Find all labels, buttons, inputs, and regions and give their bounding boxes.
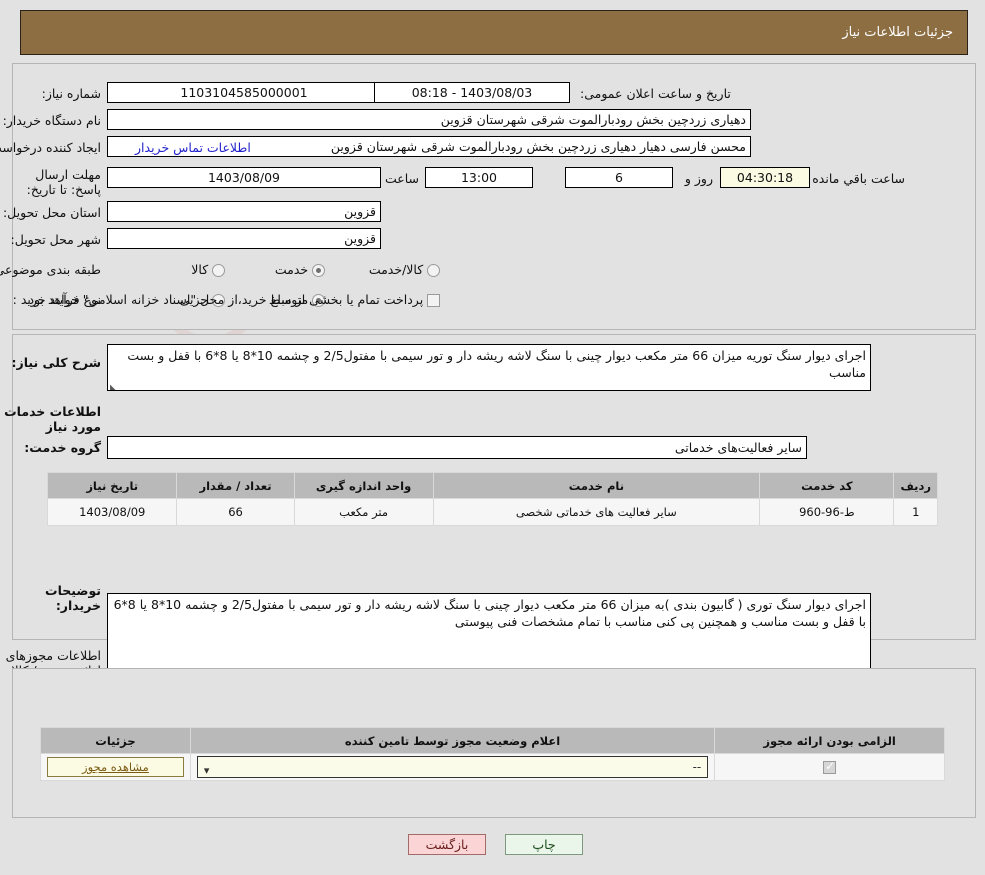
view-permit-button[interactable]: مشاهده مجوز <box>47 757 184 777</box>
deadline-label: مهلت ارسال پاسخ: تا تاریخ: <box>26 167 101 197</box>
creator-label: ایجاد کننده درخواست: <box>0 140 101 155</box>
th-required: الزامی بودن ارائه مجوز <box>714 727 945 754</box>
th-date: تاریخ نیاز <box>46 472 178 499</box>
cell-qty: 66 <box>176 498 295 526</box>
radio-label: خدمت <box>274 262 309 277</box>
th-code: کد خدمت <box>759 472 895 499</box>
cell-details: مشاهده مجوز <box>40 753 191 781</box>
radio-label: کالا/خدمت <box>368 262 424 277</box>
cell-name: سایر فعالیت های خدماتی شخصی <box>432 498 761 526</box>
back-button[interactable]: بازگشت <box>408 834 486 855</box>
deadline-time: 13:00 <box>425 167 533 188</box>
page-root: جزئیات اطلاعات نیاز AriaTender.net شماره… <box>0 0 985 875</box>
th-row: ردیف <box>893 472 938 499</box>
buyer-org-value: دهیاری زردچین بخش رودبارالموت شرقی شهرست… <box>107 109 751 130</box>
page-title: جزئیات اطلاعات نیاز <box>842 25 953 40</box>
city-value: قزوین <box>107 228 381 249</box>
need-info-panel <box>12 63 976 330</box>
checkbox-icon[interactable] <box>427 294 440 307</box>
deadline-hour-label: ساعت <box>384 171 419 186</box>
services-section-title: اطلاعات خدمات مورد نیاز <box>4 404 101 434</box>
print-button[interactable]: چاپ <box>505 834 583 855</box>
radio-label: کالا <box>191 262 209 277</box>
permits-header-row: الزامی بودن ارائه مجوز اعلام وضعیت مجوز … <box>40 727 945 754</box>
public-announce-label: تاریخ و ساعت اعلان عمومی: <box>580 86 731 101</box>
checkbox-checked-icon <box>823 759 837 774</box>
general-desc-value: اجرای دیوار سنگ توریه میزان 66 متر مکعب … <box>127 348 866 380</box>
buyer-notes-label: توضیحات خریدار: <box>45 583 101 613</box>
th-name: نام خدمت <box>432 472 761 499</box>
general-desc-label: شرح کلی نیاز: <box>11 355 101 370</box>
cell-status: ▾ -- <box>189 753 716 781</box>
service-group-label: گروه خدمت: <box>24 440 101 455</box>
table-header-row: ردیف کد خدمت نام خدمت واحد اندازه گیری ت… <box>46 472 938 499</box>
th-unit: واحد اندازه گیری <box>293 472 434 499</box>
table-row: 1 ط-96-960 سایر فعالیت های خدماتی شخصی م… <box>46 498 938 526</box>
services-table: ردیف کد خدمت نام خدمت واحد اندازه گیری ت… <box>46 472 938 526</box>
th-details: جزئیات <box>40 727 191 754</box>
th-status: اعلام وضعیت مجوز توسط تامین کننده <box>189 727 716 754</box>
permit-status-value: -- <box>692 760 702 774</box>
cell-unit: متر مکعب <box>293 498 434 526</box>
cell-date: 1403/08/09 <box>46 498 178 526</box>
radio-icon <box>312 264 325 277</box>
th-qty: تعداد / مقدار <box>176 472 295 499</box>
cell-code: ط-96-960 <box>759 498 895 526</box>
classification-label: طبقه بندی موضوعی: <box>0 262 101 277</box>
remaining-days: 6 <box>565 167 673 188</box>
need-number-label: شماره نیاز: <box>41 86 101 101</box>
remaining-countdown: 04:30:18 <box>720 167 810 188</box>
province-value: قزوین <box>107 201 381 222</box>
province-label: استان محل تحویل: <box>2 205 101 220</box>
treasury-text: پرداخت تمام یا بخشی از مبلغ خرید،از محل … <box>24 292 424 307</box>
cell-row: 1 <box>893 498 938 526</box>
radio-icon <box>212 264 225 277</box>
remaining-days-label: روز و <box>684 171 713 186</box>
permit-status-select[interactable]: ▾ -- <box>196 756 709 778</box>
buyer-contact-link[interactable]: اطلاعات تماس خریدار <box>135 140 251 155</box>
radio-classification-khedmat[interactable]: خدمت <box>275 262 325 277</box>
resize-grip-icon[interactable]: ◢ <box>110 380 120 390</box>
buyer-notes-textarea[interactable]: اجرای دیوار سنگ توری ( گابیون بندی )به م… <box>107 593 871 677</box>
service-group-value: سایر فعالیت‌های خدماتی <box>107 436 807 459</box>
need-number-value: 1103104585000001 <box>107 82 381 103</box>
cell-required <box>714 753 945 781</box>
public-announce-value: 1403/08/03 - 08:18 <box>374 82 570 103</box>
page-header: جزئیات اطلاعات نیاز <box>20 10 968 55</box>
buyer-notes-value: اجرای دیوار سنگ توری ( گابیون بندی )به م… <box>113 597 866 629</box>
permits-table: الزامی بودن ارائه مجوز اعلام وضعیت مجوز … <box>40 727 945 781</box>
buyer-org-label: نام دستگاه خریدار: <box>2 113 101 128</box>
treasury-checkbox-row[interactable]: پرداخت تمام یا بخشی از مبلغ خرید،از محل … <box>25 292 440 307</box>
general-desc-textarea[interactable]: اجرای دیوار سنگ توریه میزان 66 متر مکعب … <box>107 344 871 391</box>
radio-classification-kala[interactable]: کالا <box>191 262 225 277</box>
radio-icon <box>427 264 440 277</box>
chevron-down-icon: ▾ <box>203 764 210 777</box>
permits-row: ▾ -- مشاهده مجوز <box>40 753 945 781</box>
deadline-date: 1403/08/09 <box>107 167 381 188</box>
radio-classification-kala-khedmat[interactable]: کالا/خدمت <box>369 262 440 277</box>
remaining-countdown-label: ساعت باقي مانده <box>812 171 905 186</box>
city-label: شهر محل تحویل: <box>10 232 101 247</box>
